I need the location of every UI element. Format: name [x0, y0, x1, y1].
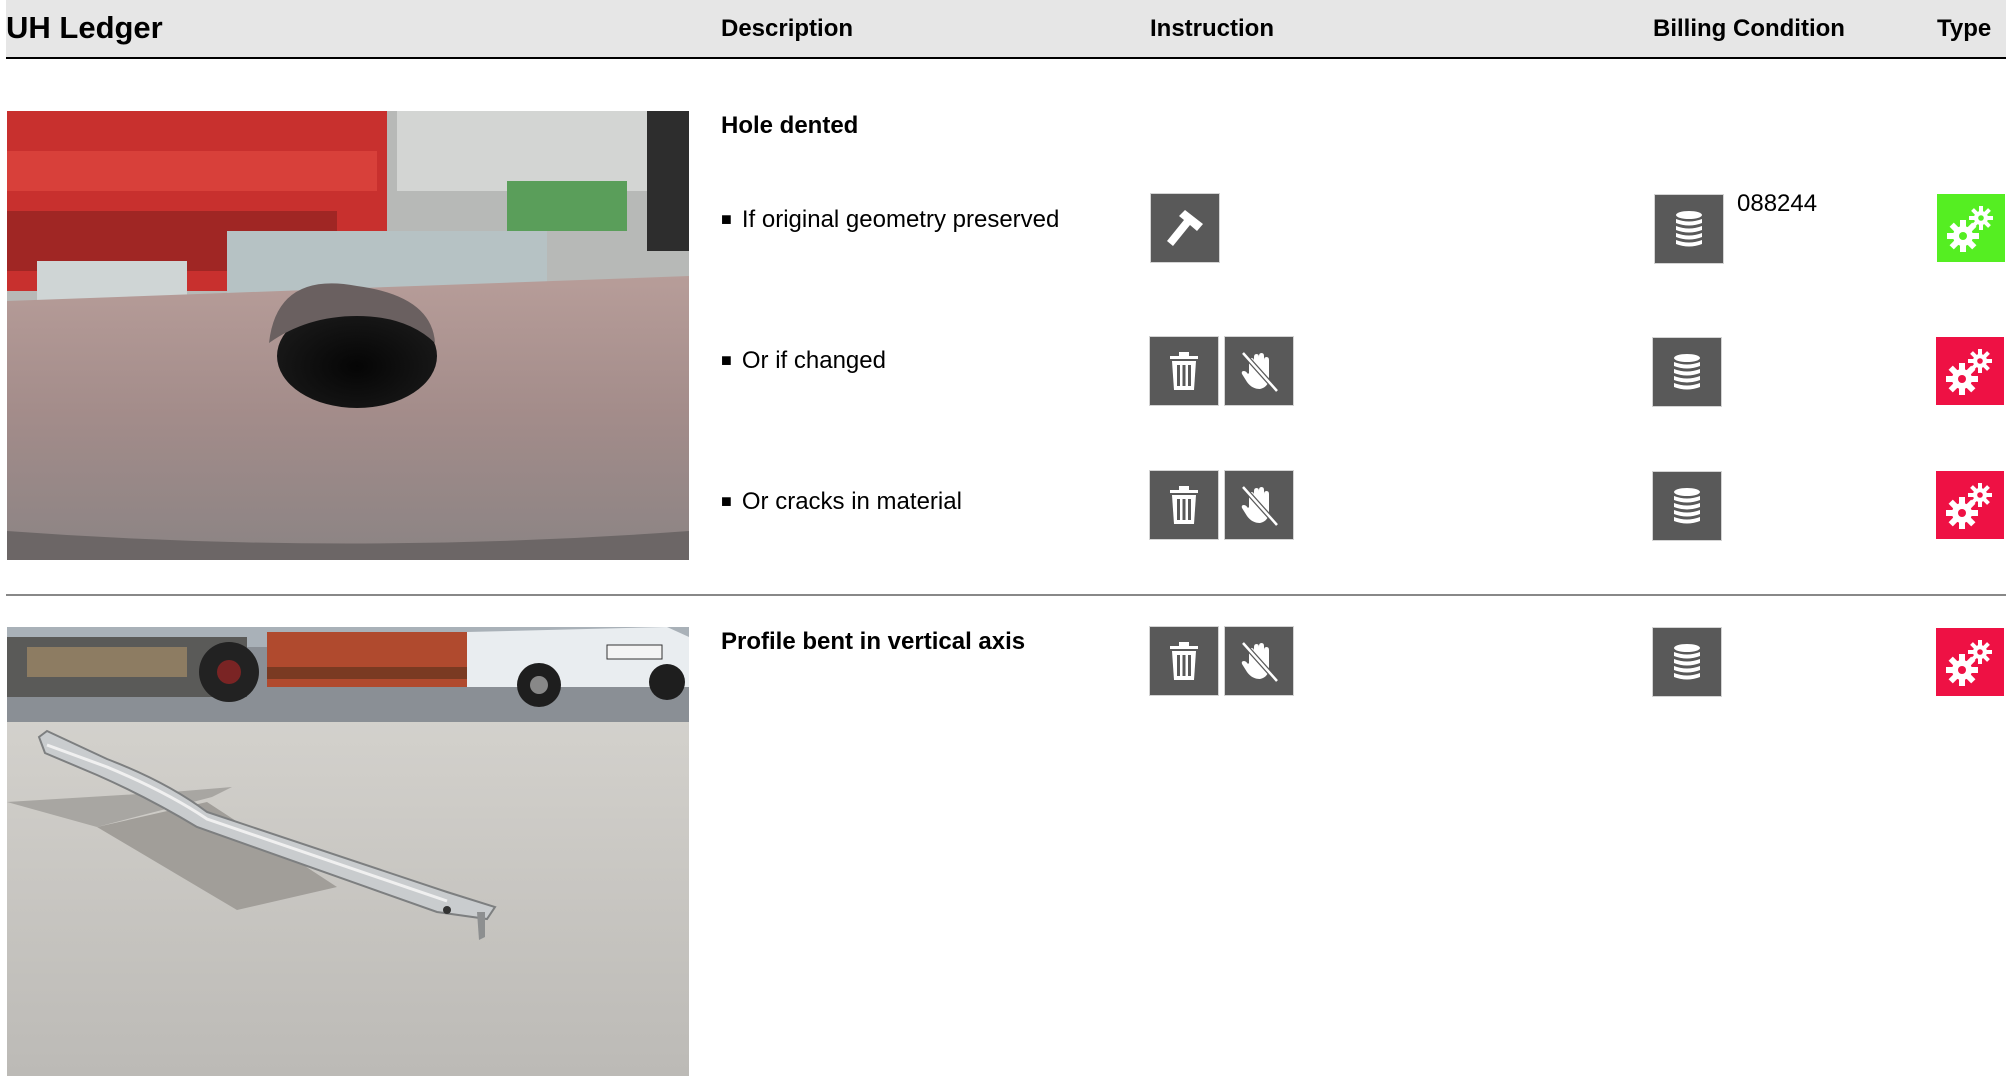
bullet-square: ■	[721, 209, 732, 229]
bullet-square: ■	[721, 491, 732, 511]
row-text: Or if changed	[741, 347, 886, 374]
table-header: UH Ledger Description Instruction Billin…	[6, 0, 2006, 59]
type-ok-gears-icon	[1937, 194, 2005, 262]
column-header-instruction: Instruction	[1150, 15, 1274, 42]
page-title: UH Ledger	[6, 10, 163, 45]
bullet-square: ■	[721, 350, 732, 370]
trash-icon	[1150, 471, 1218, 539]
hammer-icon	[1151, 194, 1219, 262]
no-hand-icon	[1225, 627, 1293, 695]
coin-stack-icon	[1655, 195, 1723, 263]
section-heading-hole-dented: Hole dented	[721, 112, 859, 139]
no-hand-icon	[1225, 471, 1293, 539]
type-bad-gears-icon	[1936, 628, 2004, 696]
list-item: ■ Or if changed	[721, 347, 886, 375]
photo-hole-dented	[7, 111, 689, 560]
row-text: If original geometry preserved	[741, 206, 1060, 233]
type-bad-gears-icon	[1936, 337, 2004, 405]
trash-icon	[1150, 337, 1218, 405]
list-item: ■ If original geometry preserved	[721, 206, 1059, 234]
photo-profile-bent	[7, 627, 689, 1076]
list-item: ■ Or cracks in material	[721, 488, 962, 516]
section-divider	[6, 594, 2006, 596]
coin-stack-icon	[1653, 472, 1721, 540]
type-bad-gears-icon	[1936, 471, 2004, 539]
billing-code: 088244	[1737, 190, 1818, 217]
row-text: Or cracks in material	[741, 488, 962, 515]
section-heading-profile-bent: Profile bent in vertical axis	[721, 628, 1026, 655]
coin-stack-icon	[1653, 338, 1721, 406]
no-hand-icon	[1225, 337, 1293, 405]
column-header-type: Type	[1937, 15, 1992, 42]
column-header-description: Description	[721, 15, 854, 42]
coin-stack-icon	[1653, 628, 1721, 696]
trash-icon	[1150, 627, 1218, 695]
column-header-billing: Billing Condition	[1653, 15, 1845, 42]
